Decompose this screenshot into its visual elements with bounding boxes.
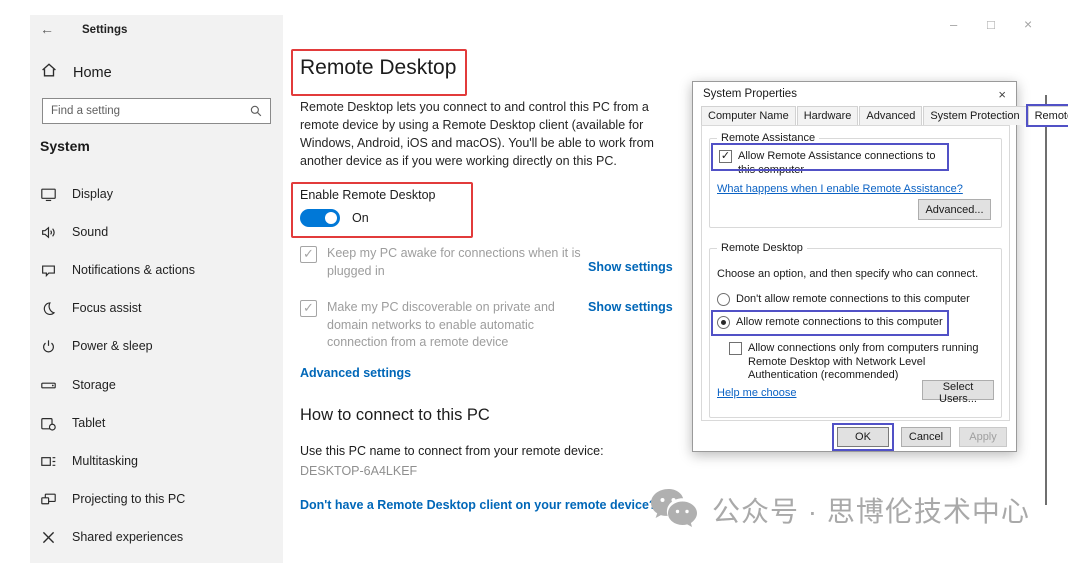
rd-radio-deny-label[interactable]: Don't allow remote connections to this c…	[736, 293, 970, 307]
rd-radio-allow-row: Allow remote connections to this compute…	[717, 316, 977, 330]
show-settings-link-2[interactable]: Show settings	[588, 300, 673, 314]
search-icon[interactable]	[249, 104, 263, 118]
remote-desktop-group-label: Remote Desktop	[717, 242, 807, 254]
apply-button[interactable]: Apply	[959, 427, 1007, 447]
rd-radio-allow-label[interactable]: Allow remote connections to this compute…	[736, 316, 943, 330]
sound-icon	[40, 224, 57, 241]
rd-radio-allow[interactable]	[717, 316, 730, 329]
ra-checkbox[interactable]: ✓	[719, 150, 732, 163]
sidebar-item-label: Projecting to this PC	[72, 492, 185, 506]
wechat-icon	[649, 487, 701, 533]
ra-advanced-button[interactable]: Advanced...	[918, 199, 991, 220]
pc-name-value: DESKTOP-6A4LKEF	[300, 464, 417, 478]
storage-icon	[40, 377, 57, 394]
sidebar-section-heading: System	[40, 138, 90, 154]
remote-assistance-group-label: Remote Assistance	[717, 132, 819, 144]
sidebar-item-label: Multitasking	[72, 454, 138, 468]
toggle-state-label: On	[352, 211, 369, 225]
close-icon[interactable]: ×	[1024, 16, 1032, 32]
sidebar-home-label: Home	[73, 65, 112, 81]
multitasking-icon	[40, 453, 57, 470]
help-me-choose-link[interactable]: Help me choose	[717, 387, 797, 399]
advanced-settings-link[interactable]: Advanced settings	[300, 366, 411, 380]
watermark-text: 公众号 · 思博伦技术中心	[712, 490, 1030, 530]
projecting-icon	[40, 491, 57, 508]
nla-checkbox[interactable]	[729, 342, 742, 355]
back-arrow-icon[interactable]: ←	[40, 21, 54, 37]
home-icon	[40, 61, 58, 84]
focus-assist-icon	[40, 300, 57, 317]
rd-radio-deny-row: Don't allow remote connections to this c…	[717, 293, 987, 307]
watermark: 公众号 · 思博伦技术中心	[649, 487, 1030, 533]
sidebar-item-label: Tablet	[72, 416, 105, 430]
desktop: – □ × ← Settings Home System Display Sou…	[0, 0, 1068, 580]
cancel-button[interactable]: Cancel	[901, 427, 951, 447]
sidebar-item-label: Display	[72, 187, 113, 201]
ra-checkbox-label[interactable]: Allow Remote Assistance connections to t…	[738, 150, 944, 177]
discoverable-label[interactable]: Make my PC discoverable on private and d…	[327, 299, 577, 352]
sidebar-item-home[interactable]: Home	[40, 61, 112, 84]
toggle-knob	[325, 212, 337, 224]
sidebar-item-display[interactable]: Display	[30, 182, 283, 206]
ra-help-link[interactable]: What happens when I enable Remote Assist…	[717, 183, 963, 195]
sidebar-item-multitasking[interactable]: Multitasking	[30, 449, 283, 473]
sidebar-item-projecting[interactable]: Projecting to this PC	[30, 487, 283, 511]
discoverable-checkbox[interactable]: ✓	[300, 300, 317, 317]
sidebar-item-tablet[interactable]: Tablet	[30, 411, 283, 435]
sidebar-item-storage[interactable]: Storage	[30, 373, 283, 397]
search-input[interactable]	[43, 105, 249, 117]
app-title: Settings	[82, 24, 127, 36]
page-description: Remote Desktop lets you connect to and c…	[300, 98, 676, 170]
shared-experiences-icon	[40, 529, 57, 546]
tab-advanced[interactable]: Advanced	[859, 106, 922, 125]
minimize-icon[interactable]: –	[950, 17, 957, 32]
search-box	[42, 98, 271, 124]
nla-checkbox-label[interactable]: Allow connections only from computers ru…	[748, 342, 991, 383]
ok-button[interactable]: OK	[837, 427, 889, 447]
sidebar-item-label: Shared experiences	[72, 530, 183, 544]
sidebar-item-power-sleep[interactable]: Power & sleep	[30, 334, 283, 358]
settings-sidebar: ← Settings Home System Display Sound Not…	[30, 15, 283, 563]
tab-computer-name[interactable]: Computer Name	[701, 106, 796, 125]
sidebar-item-label: Focus assist	[72, 301, 141, 315]
tab-hardware[interactable]: Hardware	[797, 106, 859, 125]
sidebar-item-focus-assist[interactable]: Focus assist	[30, 296, 283, 320]
sidebar-item-label: Sound	[72, 225, 108, 239]
show-settings-link-1[interactable]: Show settings	[588, 260, 673, 274]
system-properties-dialog: System Properties × Computer Name Hardwa…	[692, 81, 1017, 452]
sidebar-item-sound[interactable]: Sound	[30, 220, 283, 244]
tablet-icon	[40, 415, 57, 432]
enable-remote-desktop-label: Enable Remote Desktop	[300, 188, 436, 202]
nla-checkbox-row: Allow connections only from computers ru…	[729, 342, 991, 383]
sidebar-item-shared-experiences[interactable]: Shared experiences	[30, 525, 283, 549]
rd-instruction-text: Choose an option, and then specify who c…	[717, 268, 978, 282]
page-title: Remote Desktop	[300, 56, 456, 80]
rd-radio-deny[interactable]	[717, 293, 730, 306]
sidebar-item-label: Notifications & actions	[72, 263, 195, 277]
ra-checkbox-row: ✓ Allow Remote Assistance connections to…	[719, 150, 944, 177]
select-users-button[interactable]: Select Users...	[922, 380, 994, 400]
pc-name-instruction: Use this PC name to connect from your re…	[300, 444, 604, 458]
sidebar-item-notifications[interactable]: Notifications & actions	[30, 258, 283, 282]
keep-awake-checkbox[interactable]: ✓	[300, 246, 317, 263]
rd-instruction: Choose an option, and then specify who c…	[717, 268, 978, 282]
scrollbar[interactable]	[1045, 95, 1047, 505]
notifications-icon	[40, 262, 57, 279]
remote-desktop-client-link[interactable]: Don't have a Remote Desktop client on yo…	[300, 498, 657, 512]
how-to-connect-heading: How to connect to this PC	[300, 406, 490, 425]
power-icon	[40, 338, 57, 355]
tab-system-protection[interactable]: System Protection	[923, 106, 1026, 125]
dialog-tabstrip: Computer Name Hardware Advanced System P…	[701, 106, 1068, 125]
display-icon	[40, 186, 57, 203]
maximize-icon[interactable]: □	[987, 17, 995, 32]
tab-remote[interactable]: Remote	[1028, 106, 1068, 125]
dialog-title: System Properties	[703, 88, 797, 100]
enable-remote-desktop-toggle[interactable]	[300, 209, 340, 227]
keep-awake-label[interactable]: Keep my PC awake for connections when it…	[327, 245, 581, 280]
sidebar-item-label: Power & sleep	[72, 339, 153, 353]
sidebar-item-label: Storage	[72, 378, 116, 392]
dialog-close-icon[interactable]: ×	[998, 87, 1006, 102]
